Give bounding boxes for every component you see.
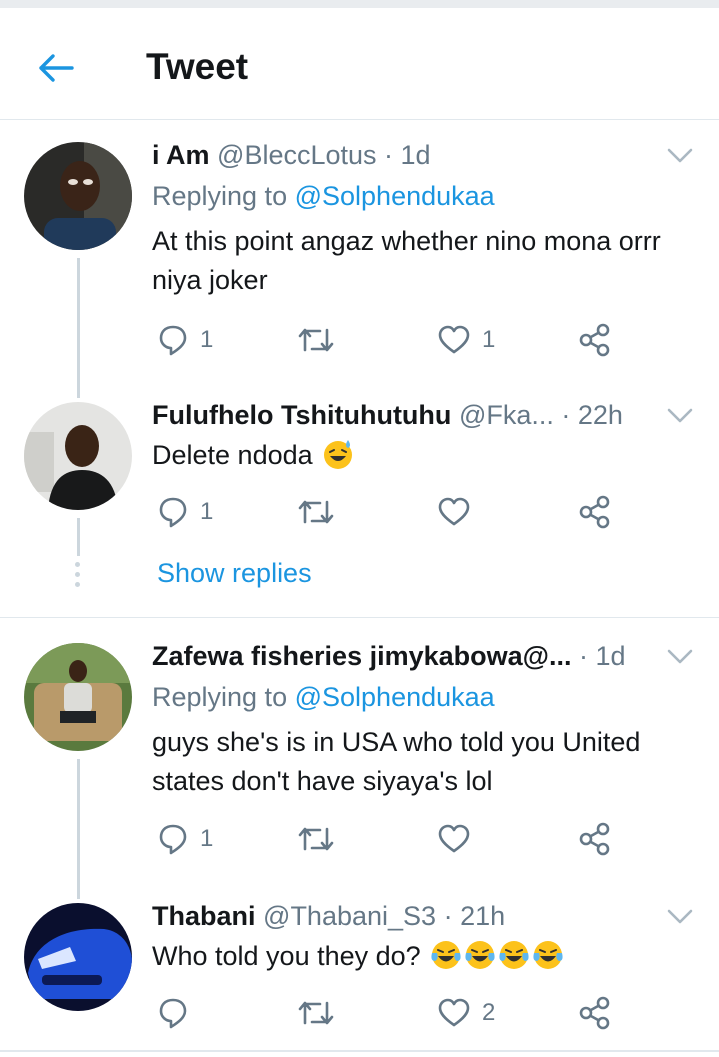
like-button[interactable]: [438, 494, 482, 530]
avatar-photo-icon: [24, 903, 132, 1011]
share-icon: [579, 996, 610, 1030]
reply-button[interactable]: 1: [158, 821, 213, 857]
more-replies-dots: [75, 562, 81, 592]
tweet-header: i Am @BleccLotus · 1d: [152, 140, 431, 171]
tweet-text-row: Who told you they do?: [152, 937, 692, 976]
thread-connector: [77, 518, 80, 556]
reply-button[interactable]: 1: [158, 494, 213, 530]
timestamp: · 21h: [443, 901, 506, 931]
like-button[interactable]: [438, 821, 482, 857]
display-name[interactable]: Thabani: [152, 901, 256, 931]
show-replies-link[interactable]: Show replies: [157, 558, 312, 589]
back-button[interactable]: [36, 48, 76, 88]
retweet-button[interactable]: [298, 494, 346, 530]
share-button[interactable]: [579, 494, 611, 530]
avatar-photo-icon: [24, 402, 132, 510]
share-button[interactable]: [579, 995, 611, 1031]
joy-emoji-icon: [465, 941, 495, 969]
reply-count: 1: [200, 498, 214, 525]
tweet-text: Who told you they do?: [152, 941, 421, 971]
back-arrow-icon: [39, 54, 74, 82]
reply-button[interactable]: 1: [158, 322, 213, 358]
display-name[interactable]: Zafewa fisheries jimykabowa@...: [152, 641, 572, 671]
retweet-icon: [298, 827, 334, 851]
heart-icon: [438, 325, 470, 354]
like-count: 1: [482, 326, 496, 353]
retweet-icon: [298, 328, 334, 352]
chevron-down-icon[interactable]: [666, 406, 694, 426]
joy-emoji-icon: [533, 941, 563, 969]
retweet-button[interactable]: [298, 995, 346, 1031]
replying-to: Replying to @Solphendukaa: [152, 682, 495, 713]
mention-link[interactable]: @Solphendukaa: [295, 682, 495, 712]
display-name[interactable]: Fulufhelo Tshituhutuhu: [152, 400, 451, 430]
chevron-down-icon[interactable]: [666, 907, 694, 927]
replying-to: Replying to @Solphendukaa: [152, 181, 495, 212]
share-icon: [579, 822, 610, 856]
reply-icon: [159, 325, 187, 356]
reply-button[interactable]: [158, 995, 200, 1031]
heart-icon: [438, 497, 470, 526]
timestamp: · 1d: [384, 140, 431, 170]
timestamp: · 22h: [561, 400, 623, 430]
like-count: 2: [482, 999, 496, 1026]
retweet-icon: [298, 500, 334, 524]
user-handle[interactable]: @BleccLotus: [217, 140, 376, 170]
tweet-text: At this point angaz whether nino mona or…: [152, 226, 661, 295]
avatar[interactable]: [24, 903, 132, 1011]
user-handle[interactable]: @Thabani_S3: [263, 901, 436, 931]
tweet-text: guys she's is in USA who told you United…: [152, 727, 641, 796]
heart-icon: [438, 998, 470, 1027]
status-strip: [0, 0, 719, 8]
avatar[interactable]: [24, 643, 132, 751]
timestamp: · 1d: [579, 641, 626, 671]
replying-prefix: Replying to: [152, 682, 288, 712]
chevron-down-icon[interactable]: [666, 146, 694, 166]
chevron-down-icon[interactable]: [666, 647, 694, 667]
reply-icon: [159, 824, 187, 855]
retweet-icon: [298, 1001, 334, 1025]
reply-icon: [159, 497, 187, 528]
tweet-header: Zafewa fisheries jimykabowa@... · 1d: [152, 641, 626, 672]
mention-link[interactable]: @Solphendukaa: [295, 181, 495, 211]
tweet-header: Thabani @Thabani_S3 · 21h: [152, 901, 505, 932]
display-name[interactable]: i Am: [152, 140, 210, 170]
share-button[interactable]: [579, 821, 611, 857]
reply-icon: [159, 998, 187, 1029]
bottom-divider: [0, 1050, 719, 1052]
thread-connector: [77, 258, 80, 398]
heart-icon: [438, 824, 470, 853]
sweat-smile-emoji-icon: [324, 440, 353, 469]
like-button[interactable]: 2: [438, 995, 495, 1031]
share-icon: [579, 323, 610, 357]
joy-emoji-icon: [499, 941, 529, 969]
tweet-header: Fulufhelo Tshituhutuhu @Fka... · 22h: [152, 400, 623, 431]
avatar-photo-icon: [24, 643, 132, 751]
thread-divider: [0, 617, 719, 618]
joy-emoji-icon: [431, 941, 461, 969]
page-title: Tweet: [146, 46, 249, 87]
user-handle[interactable]: @Fka...: [459, 400, 554, 430]
retweet-button[interactable]: [298, 821, 346, 857]
replying-prefix: Replying to: [152, 181, 288, 211]
avatar[interactable]: [24, 142, 132, 250]
reply-count: 1: [200, 825, 214, 852]
like-button[interactable]: 1: [438, 322, 495, 358]
tweet-text: Delete ndoda: [152, 440, 313, 470]
retweet-button[interactable]: [298, 322, 346, 358]
avatar[interactable]: [24, 402, 132, 510]
share-icon: [579, 495, 610, 529]
share-button[interactable]: [579, 322, 611, 358]
thread-connector: [77, 759, 80, 899]
app-header: Tweet: [0, 8, 719, 120]
reply-count: 1: [200, 326, 214, 353]
avatar-photo-icon: [24, 142, 132, 250]
tweet-text-row: Delete ndoda: [152, 436, 692, 475]
